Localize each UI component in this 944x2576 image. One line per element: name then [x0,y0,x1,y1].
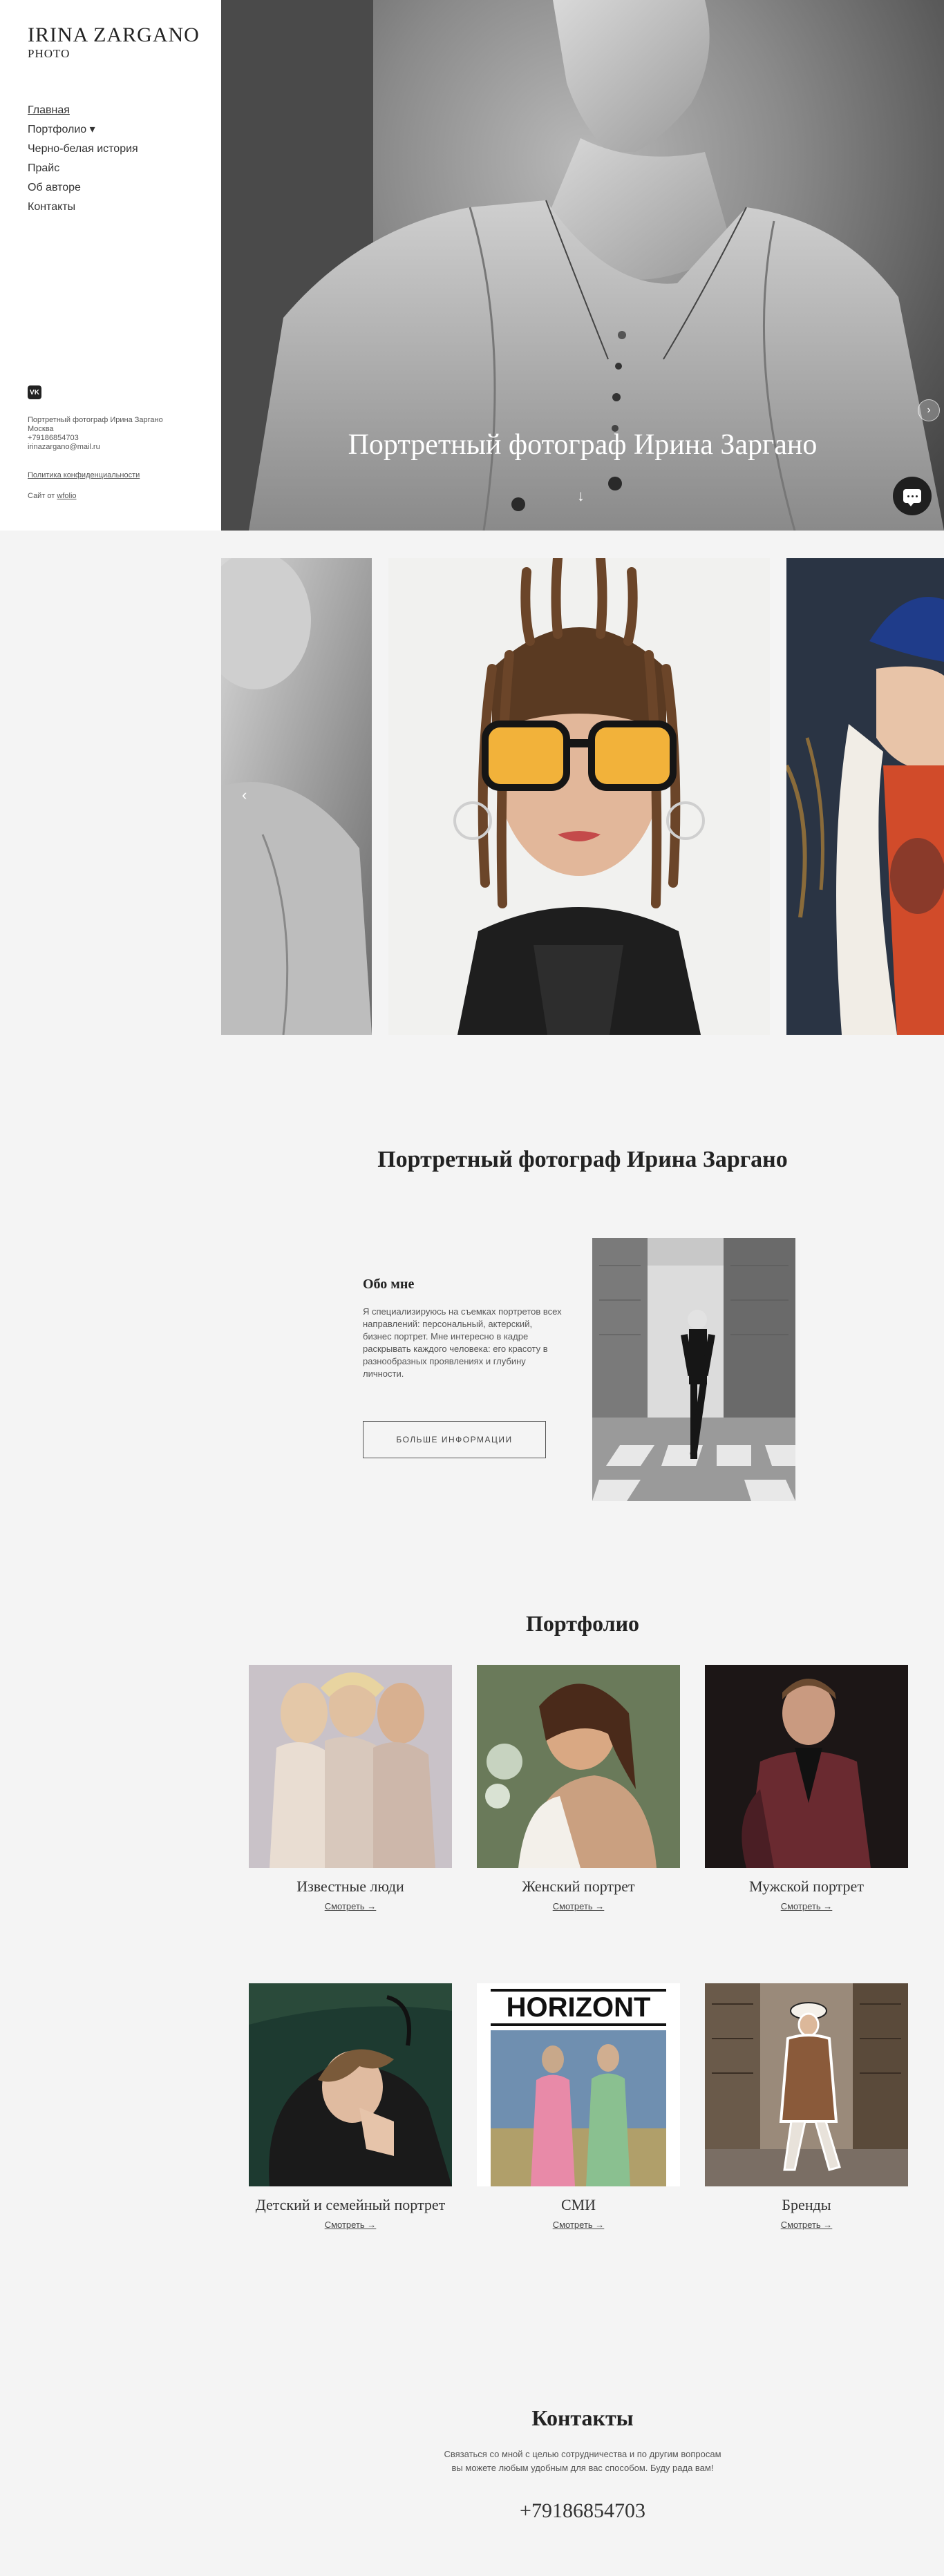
nav-item-price[interactable]: Прайс [28,159,138,178]
portfolio-thumb[interactable] [249,1983,452,2186]
contacts-text-line: вы можете любым удобным для вас способом… [451,2463,714,2473]
carousel-slide[interactable] [388,558,770,1035]
portfolio-card[interactable]: HORIZONT СМИ Смотреть → [477,1983,680,2230]
portfolio-card-link[interactable]: Смотреть → [249,2220,452,2230]
nav-item-home[interactable]: Главная [28,101,138,120]
portfolio-card[interactable]: Мужской портрет Смотреть → [705,1665,908,1911]
portfolio-card-link[interactable]: Смотреть → [705,2220,908,2230]
portfolio-thumb[interactable] [477,1665,680,1868]
portfolio-thumb[interactable]: HORIZONT [477,1983,680,2186]
contact-phone[interactable]: +79186854703 [221,2499,944,2523]
portfolio-card-link[interactable]: Смотреть → [705,1901,908,1911]
nav-item-bw-story[interactable]: Черно-белая история [28,140,138,159]
sidebar-phone[interactable]: +79186854703 [28,434,163,443]
chat-button[interactable] [893,477,932,515]
contacts-text: Связаться со мной с целью сотрудничества… [221,2448,944,2475]
portfolio-card-title: Детский и семейный портрет [255,2196,446,2213]
photo-carousel: ‹ [221,558,944,1035]
made-by: Сайт от wfolio [28,492,77,500]
sidebar-email[interactable]: irinazargano@mail.ru [28,443,163,452]
made-by-prefix: Сайт от [28,492,55,500]
sidebar-info-line: Москва [28,425,54,433]
main-nav: Главная Портфолио ▾ Черно-белая история … [28,101,138,217]
about-text: Я специализируюсь на съемках портретов в… [363,1306,562,1379]
portfolio-card[interactable]: Бренды Смотреть → [705,1983,908,2230]
portfolio-card-link[interactable]: Смотреть → [477,1901,680,1911]
sidebar-contacts: Портретный фотограф Ирина Заргано Москва… [28,416,163,452]
portfolio-card-title: Бренды [782,2196,831,2213]
portfolio-card[interactable]: Женский портрет Смотреть → [477,1665,680,1911]
portfolio-card-link[interactable]: Смотреть → [249,1901,452,1911]
about-photo[interactable] [592,1238,795,1501]
hero-banner: Портретный фотограф Ирина Заргано ↓ › [221,0,944,531]
portfolio-card-title: СМИ [560,2196,596,2213]
carousel-slide[interactable] [786,558,944,1035]
magazine-logo: HORIZONT [507,1992,651,2023]
portfolio-card[interactable]: Известные люди Смотреть → [249,1665,452,1911]
portfolio-title: Портфолио [525,1611,640,1636]
chat-icon [903,489,921,506]
privacy-policy-link[interactable]: Политика конфиденциальности [28,471,140,479]
nav-item-portfolio[interactable]: Портфолио ▾ [28,120,138,140]
logo-title[interactable]: IRINA ZARGANO [28,23,200,47]
nav-item-about[interactable]: Об авторе [28,178,138,198]
logo-subtitle[interactable]: PHOTO [28,47,70,61]
sidebar-info-line: Портретный фотограф Ирина Заргано [28,416,163,424]
intro-title: Портретный фотограф Ирина Заргано [377,1147,788,1172]
carousel-prev-icon[interactable]: ‹ [242,786,247,804]
portfolio-card-title: Известные люди [296,1878,404,1895]
nav-item-contacts[interactable]: Контакты [28,198,138,217]
hero-title: Портретный фотограф Ирина Заргано [348,429,818,461]
portfolio-thumb[interactable] [249,1665,452,1868]
more-info-button[interactable]: БОЛЬШЕ ИНФОРМАЦИИ [363,1421,546,1458]
vk-icon[interactable]: VK [28,385,41,399]
portfolio-card-title: Мужской портрет [749,1878,864,1895]
portfolio-thumb[interactable] [705,1983,908,2186]
about-title: Обо мне [363,1277,415,1292]
sidebar: IRINA ZARGANO PHOTO Главная Портфолио ▾ … [0,0,221,531]
portfolio-card-link[interactable]: Смотреть → [477,2220,680,2230]
contacts-text-line: Связаться со мной с целью сотрудничества… [444,2449,721,2459]
made-by-link[interactable]: wfolio [57,492,76,500]
portfolio-thumb[interactable] [705,1665,908,1868]
contacts-title: Контакты [531,2405,634,2430]
scroll-down-arrow-icon[interactable]: ↓ [577,487,585,505]
hero-next-button[interactable]: › [918,399,940,421]
portfolio-card-title: Женский портрет [522,1878,635,1895]
portfolio-card[interactable]: Детский и семейный портрет Смотреть → [249,1983,452,2230]
